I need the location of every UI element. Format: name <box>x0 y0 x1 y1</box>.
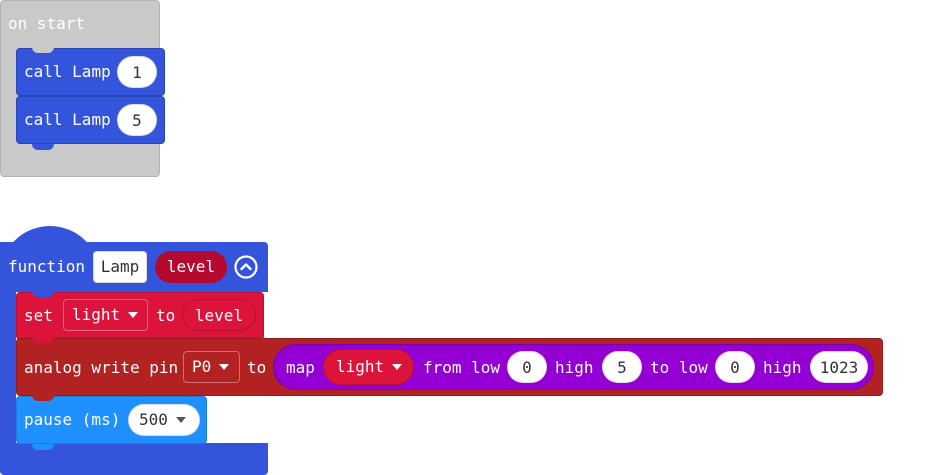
call-keyword: call Lamp <box>24 110 111 129</box>
map-to-low-input[interactable]: 0 <box>715 351 755 383</box>
map-variable-dropdown[interactable]: light <box>323 349 414 385</box>
analog-to-label: to <box>247 358 267 377</box>
call-function-name: Lamp <box>72 110 111 129</box>
pause-block-bottom-notch <box>32 444 54 450</box>
set-keyword: set <box>24 306 53 325</box>
set-variable-dropdown[interactable]: light <box>63 299 148 331</box>
chevron-down-icon <box>175 416 186 423</box>
set-variable-name: light <box>72 305 121 324</box>
chevron-down-icon <box>128 311 139 318</box>
pin-value: P0 <box>192 357 212 376</box>
chevron-down-icon <box>219 363 230 370</box>
set-value-level[interactable]: level <box>182 299 256 331</box>
call-block-1-notch <box>32 47 54 53</box>
function-param-level[interactable]: level <box>155 251 227 283</box>
pause-label: pause (ms) <box>24 410 121 429</box>
function-spine <box>0 290 16 450</box>
set-block-notch <box>32 291 54 297</box>
pause-value: 500 <box>139 410 168 429</box>
pin-dropdown[interactable]: P0 <box>183 351 240 383</box>
map-to-low-label: to low <box>650 358 708 377</box>
map-from-low-input[interactable]: 0 <box>507 351 547 383</box>
map-keyword: map <box>286 358 315 377</box>
function-name-text: Lamp <box>100 257 140 276</box>
map-from-low-label: from low <box>423 358 501 377</box>
call-arg-input-1[interactable]: 1 <box>117 56 157 88</box>
map-from-high-input[interactable]: 5 <box>602 351 642 383</box>
map-high-label-2: high <box>763 358 802 377</box>
analog-write-label: analog write pin <box>24 358 179 377</box>
pause-value-dropdown[interactable]: 500 <box>128 404 200 436</box>
map-to-high-input[interactable]: 1023 <box>810 351 868 383</box>
call-block-2-notch <box>32 144 54 150</box>
chevron-up-circle-icon[interactable] <box>234 255 258 279</box>
function-name-field[interactable]: Lamp <box>93 251 147 283</box>
call-function-name: Lamp <box>72 62 111 81</box>
call-arg-input-2[interactable]: 5 <box>117 104 157 136</box>
pause-block-notch <box>32 395 54 401</box>
set-to-label: to <box>156 306 176 325</box>
analog-write-notch <box>32 337 54 343</box>
function-keyword: function <box>8 257 86 276</box>
call-keyword: call Lamp <box>24 62 111 81</box>
on-start-label: on start <box>8 14 86 33</box>
chevron-down-icon <box>392 363 403 370</box>
map-variable-name: light <box>336 357 385 376</box>
map-high-label: high <box>555 358 594 377</box>
